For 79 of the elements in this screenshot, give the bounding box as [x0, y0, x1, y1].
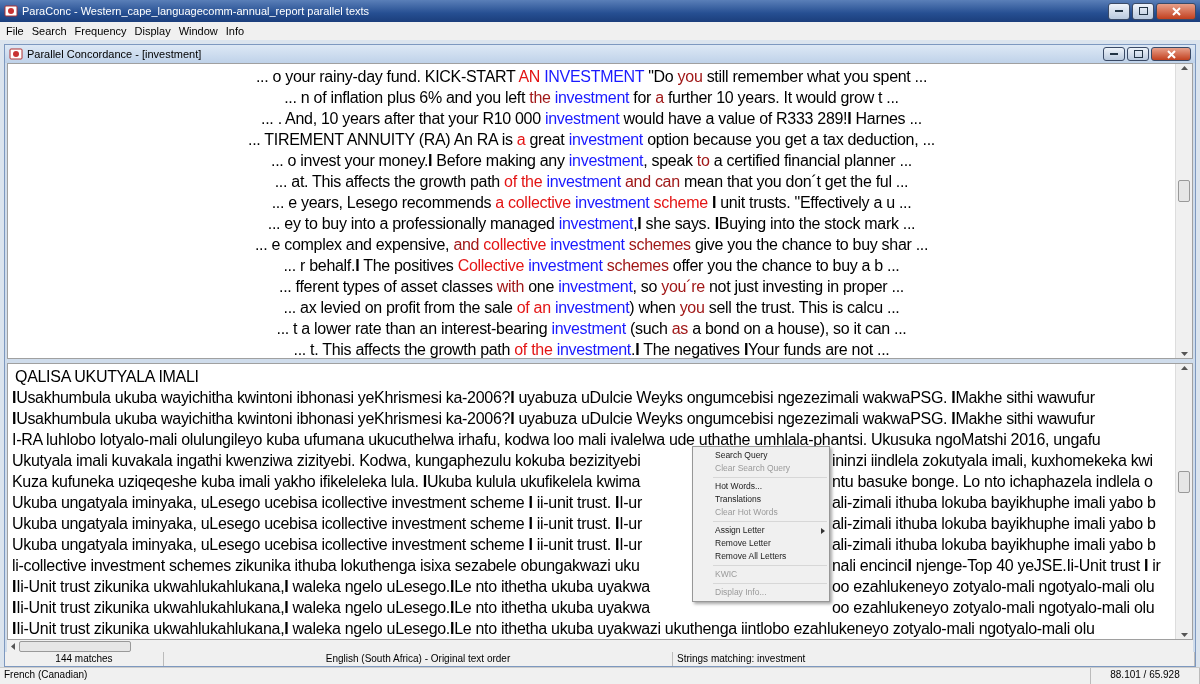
maximize-icon	[1133, 50, 1143, 59]
translation-line: Ukuba ungatyala iminyaka, uLesego ucebisa icollective investment scheme I ii-unit trust. II-ur	[12, 514, 643, 535]
concordance-line[interactable]: ... . And, 10 years after that your R10 000 investment would have a value of R333 289!I Harnes ...	[261, 108, 922, 130]
translation-line: IUsakhumbula ukuba wayichitha kwintoni ibhonasi yeKhrismesi ka-2006?I uyabuza uDulcie Weyks ongumcebisi ngezezimali wakwaPSG. IMakhe sithi wawufur	[12, 388, 1096, 409]
context-menu-item[interactable]: Hot Words...	[693, 480, 829, 494]
scroll-up-icon[interactable]	[1180, 66, 1188, 71]
menu-item[interactable]: Search	[27, 25, 71, 37]
window-title: ParaConc - Western_cape_languagecomm-annual_report parallel texts	[22, 5, 371, 17]
translation-line: ali-zimali ithuba lokuba bayikhuphe imali yabo b	[832, 535, 1157, 556]
scroll-thumb[interactable]	[19, 640, 131, 652]
scroll-up-icon[interactable]	[1180, 366, 1188, 371]
translation-line: oo ezahlukeneyo zotyalo-mali ngotyalo-mali olu	[832, 598, 1156, 619]
status-text: 144 matches	[5, 652, 164, 666]
minimize-icon	[1115, 9, 1123, 13]
context-menu-item[interactable]: Assign Letter	[693, 524, 829, 538]
scroll-thumb[interactable]	[1178, 470, 1190, 493]
translation-line: Ukuba ungatyala iminyaka, uLesego ucebisa icollective investment scheme I ii-unit trust. II-ur	[12, 493, 643, 514]
concordance-line[interactable]: ... fferent types of asset classes with one investment, so you´re not just investing in proper ...	[279, 276, 904, 298]
scroll-down-icon[interactable]	[1180, 352, 1188, 357]
concordance-line[interactable]: ... r behalf.I The positives Collective investment schemes offer you the chance to buy a b ...	[283, 255, 900, 277]
concordance-line[interactable]: ... e years, Lesego recommends a collective investment scheme I unit trusts. "Effectively a u ...	[271, 192, 912, 214]
translation-line: ntu basuke bonge. Lo nto ichaphazela indlela o	[832, 472, 1154, 493]
app-icon	[4, 4, 18, 18]
maximize-button[interactable]	[1127, 47, 1149, 62]
menu-item[interactable]: Window	[174, 25, 222, 37]
close-icon	[1166, 49, 1176, 59]
context-menu-item[interactable]: Translations	[693, 493, 829, 507]
translation-line: ali-zimali ithuba lokuba bayikhuphe imali yabo b	[832, 514, 1157, 535]
translation-line: nali encinciI njenge-Top 40 yeJSE.Ii-Unit trust I ir	[832, 556, 1162, 577]
translation-line: IUsakhumbula ukuba wayichitha kwintoni ibhonasi yeKhrismesi ka-2006?I uyabuza uDulcie Weyks ongumcebisi ngezezimali wakwaPSG. IMakhe sithi wawufur	[12, 409, 1096, 430]
scroll-down-icon[interactable]	[1180, 633, 1188, 638]
translation-line: oo ezahlukeneyo zotyalo-mali ngotyalo-mali olu	[832, 577, 1156, 598]
menu-item[interactable]: Frequency	[70, 25, 131, 37]
child-window-title: Parallel Concordance - [investment]	[27, 48, 203, 61]
horizontal-scrollbar[interactable]	[7, 640, 1193, 652]
translation-line: Ukuba ungatyala iminyaka, uLesego ucebisa icollective investment scheme I ii-unit trust. II-ur	[12, 535, 643, 556]
maximize-button[interactable]	[1132, 2, 1154, 20]
scroll-left-icon[interactable]	[11, 642, 15, 650]
menu-item[interactable]: Display	[130, 25, 175, 37]
concordance-line[interactable]: ... TIREMENT ANNUITY (RA) An RA is a great investment option because you get a tax deduction, ...	[248, 129, 935, 151]
translation-line: ali-zimali ithuba lokuba bayikhuphe imali yabo b	[832, 493, 1157, 514]
position-status: 88.101 / 65.928	[1091, 668, 1200, 684]
maximize-icon	[1138, 7, 1148, 15]
menu-item[interactable]: Info	[221, 25, 249, 37]
translation-line: Kuza kufuneka uziqeqeshe kuba imali yakho ifikeleleka lula. IUkuba kulula ukufikelela kwima	[12, 472, 642, 493]
translation-line: li-collective investment schemes zikunika ithuba lokuthenga isixa sezabele obungakwazi uku	[12, 556, 641, 577]
concordance-line[interactable]: ... t a lower rate than an interest-bearing investment (such as a bond on a house), so it can ...	[276, 318, 907, 340]
vertical-scrollbar[interactable]	[1175, 364, 1192, 640]
concordance-line[interactable]: ... o invest your money.I Before making any investment, speak to a certified financial planner ...	[271, 150, 912, 172]
concordance-line[interactable]: ... e complex and expensive, and collective investment schemes give you the chance to buy shar ...	[254, 234, 929, 256]
app-icon	[9, 47, 23, 62]
vertical-scrollbar[interactable]	[1175, 64, 1192, 359]
minimize-button[interactable]	[1103, 47, 1125, 62]
concordance-line[interactable]: ... at. This affects the growth path of the investment and can mean that you don´t get the ful ...	[274, 171, 909, 193]
translation-line: ininzi iindlela zokutyala imali, kuxhomekeka kwi	[832, 451, 1154, 472]
concordance-line[interactable]: ... ax levied on profit from the sale of an investment) when you sell the trust. This is calcu ...	[283, 297, 900, 319]
language-status: French (Canadian)	[0, 668, 1091, 684]
status-text: English (South Africa) - Original text order	[164, 652, 673, 666]
close-icon	[1171, 6, 1181, 16]
status-text: Strings matching: investment	[673, 652, 1195, 666]
context-menu-item[interactable]: Search Query	[693, 449, 829, 463]
scroll-thumb[interactable]	[1178, 180, 1190, 203]
translation-line: IIi-Unit trust zikunika ukwahlukahlukana,I waleka ngelo uLesego.ILe nto ithetha ukuba uyakwazi ukuthenga iintlobo ezahlukeneyo zotyalo-mali ngotyalo-mali olu	[12, 619, 1096, 640]
close-button[interactable]	[1151, 47, 1191, 62]
concordance-line[interactable]: ... n of inflation plus 6% and you left the investment for a further 10 years. It would grow t ...	[284, 87, 899, 109]
translation-line: Ukutyala imali kuvakala ingathi kwenziwa zizityebi. Kodwa, kungaphezulu kokuba bezizityebi	[12, 451, 642, 472]
translation-line: IIi-Unit trust zikunika ukwahlukahlukana,I waleka ngelo uLesego.ILe nto ithetha ukuba uyakwa	[12, 598, 651, 619]
minimize-icon	[1110, 52, 1118, 56]
concordance-line[interactable]: ... o your rainy-day fund. KICK-START AN INVESTMENT "Do you still remember what you spent ...	[255, 66, 928, 88]
concordance-line[interactable]: ... t. This affects the growth path of the investment.I The negatives IYour funds are not ...	[293, 339, 890, 359]
context-menu-item[interactable]: Remove All Letters	[693, 550, 829, 564]
translation-line: I-RA luhlobo lotyalo-mali olulungileyo kuba ufumana ukucuthelwa irhafu, kodwa loo mali ivalelwa ude uthathe umhlala-phantsi. Ukusuka ngoMatshi 2016, ungafu	[12, 430, 1102, 451]
close-button[interactable]	[1156, 2, 1196, 20]
menu-item[interactable]: File	[2, 25, 28, 37]
concordance-line[interactable]: ... ey to buy into a professionally managed investment,I she says. IBuying into the stock mark ...	[267, 213, 916, 235]
section-heading: QALISA UKUTYALA IMALI	[14, 367, 200, 388]
minimize-button[interactable]	[1108, 2, 1130, 20]
context-menu-item[interactable]: Remove Letter	[693, 537, 829, 551]
translation-line: IIi-Unit trust zikunika ukwahlukahlukana,I waleka ngelo uLesego.ILe nto ithetha ukuba uyakwa	[12, 577, 651, 598]
